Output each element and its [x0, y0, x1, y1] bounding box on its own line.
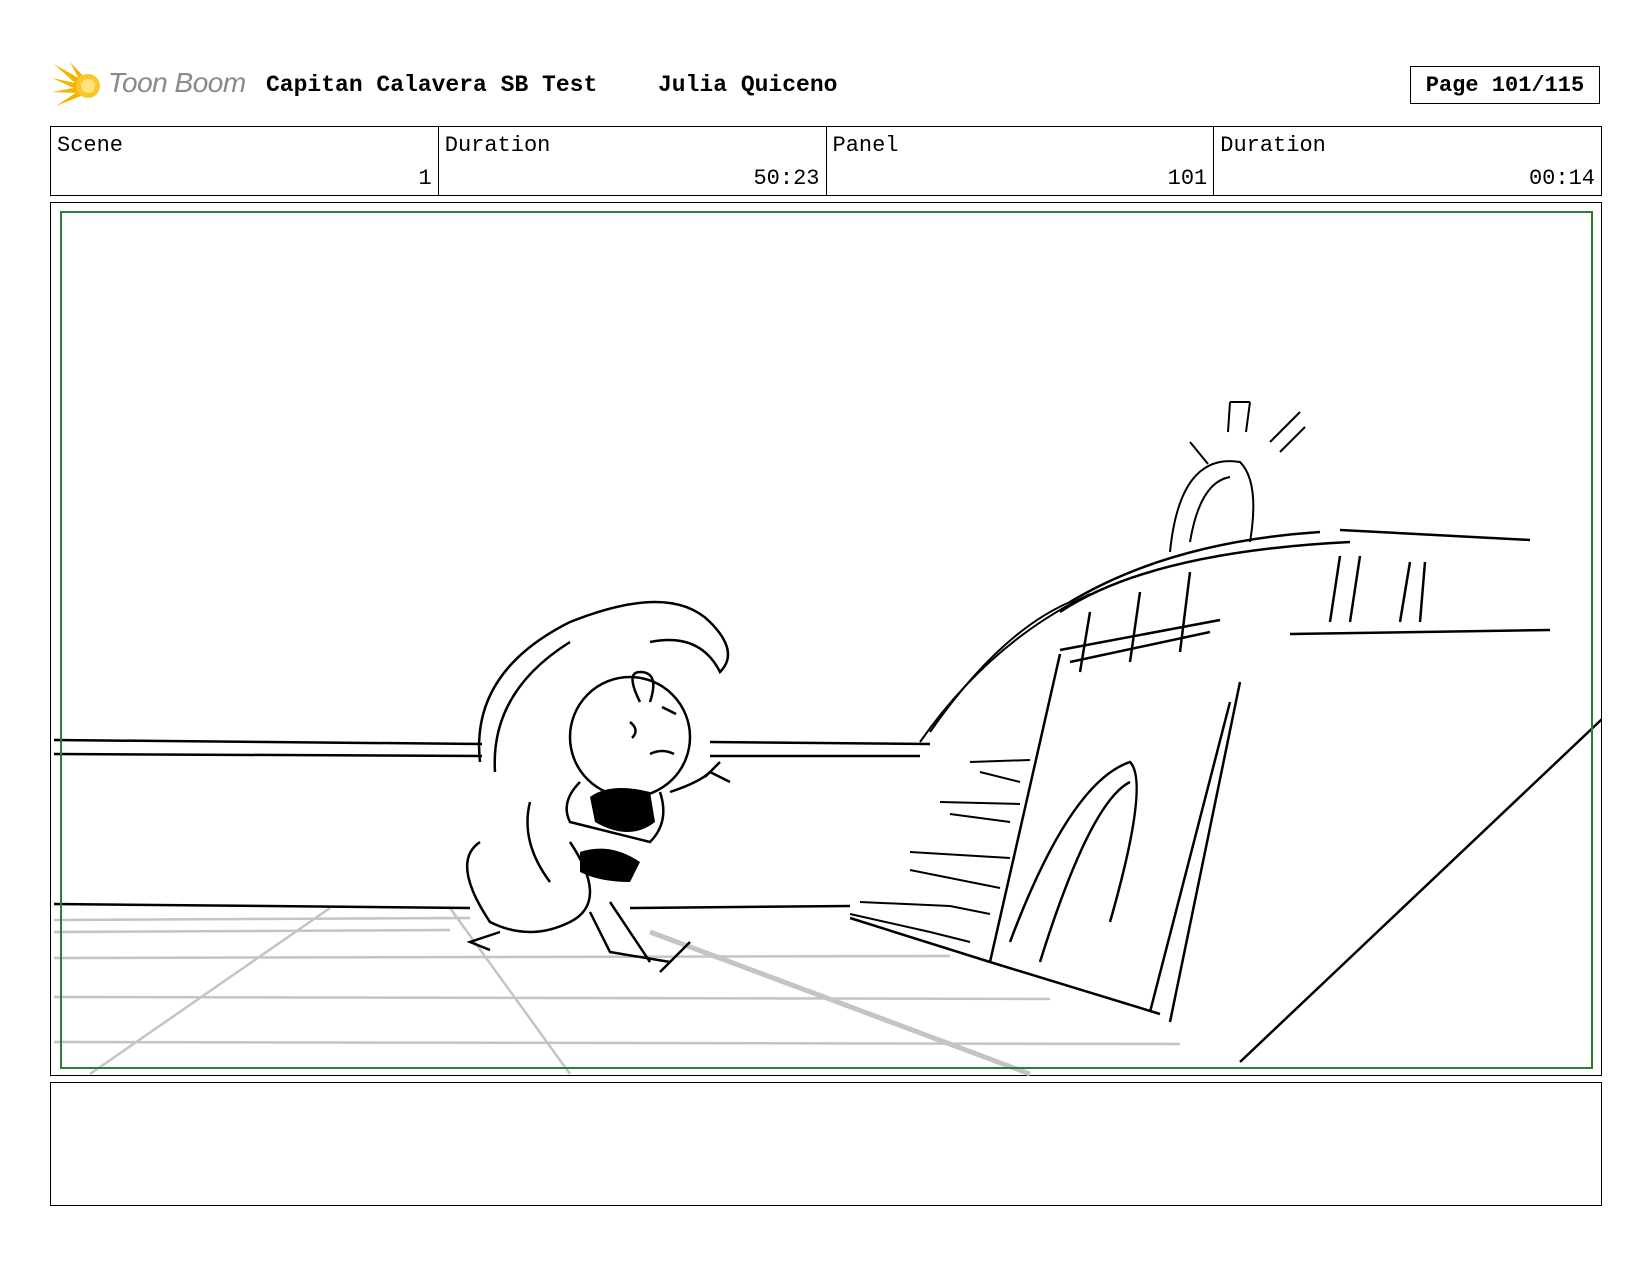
safe-area-frame	[60, 211, 1593, 1069]
panel-notes-box[interactable]	[50, 1082, 1602, 1206]
panel-value: 101	[1167, 166, 1208, 191]
starburst-icon	[52, 62, 100, 106]
scene-value: 1	[418, 166, 432, 191]
document-title: Capitan Calavera SB Test	[266, 72, 598, 98]
panel-duration-cell: Duration 00:14	[1214, 127, 1601, 195]
logo-text: Toon Boom	[108, 67, 246, 98]
scene-cell: Scene 1	[51, 127, 439, 195]
scene-duration-cell: Duration 50:23	[439, 127, 827, 195]
scene-label: Scene	[57, 133, 124, 158]
toon-boom-logo: Toon Boom	[52, 58, 252, 112]
panel-duration-value: 00:14	[1528, 166, 1595, 191]
document-author: Julia Quiceno	[658, 72, 838, 98]
page-number: Page 101/115	[1425, 72, 1585, 98]
panel-cell: Panel 101	[827, 127, 1215, 195]
panel-label: Panel	[832, 133, 899, 158]
scene-duration-label: Duration	[444, 133, 551, 158]
info-table: Scene 1 Duration 50:23 Panel 101 Duratio…	[50, 126, 1602, 196]
page-indicator: Page 101/115	[1410, 66, 1600, 104]
scene-duration-value: 50:23	[753, 166, 820, 191]
panel-duration-label: Duration	[1220, 133, 1326, 158]
